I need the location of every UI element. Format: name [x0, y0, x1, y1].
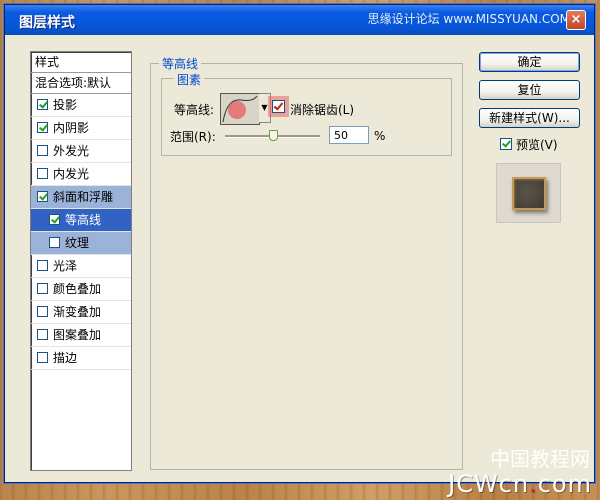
contour-label: 等高线: [174, 103, 215, 117]
checkbox-icon[interactable] [37, 191, 48, 202]
contour-group-title: 等高线 [159, 55, 202, 72]
style-item-drop-shadow[interactable]: 投影 [31, 94, 131, 117]
style-item-label: 投影 [53, 98, 78, 112]
style-item-label: 光泽 [53, 259, 78, 273]
style-item-label: 外发光 [53, 144, 90, 158]
watermark-bottom: JCWcn.com [448, 470, 592, 498]
dialog-title: 图层样式 [19, 15, 75, 31]
styles-header[interactable]: 样式 [31, 52, 131, 73]
preview-label: 预览(V) [516, 138, 558, 152]
checkbox-icon[interactable] [37, 260, 48, 271]
preview-checkbox[interactable] [500, 138, 512, 150]
range-label: 范围(R): [170, 130, 216, 144]
style-preview [496, 163, 561, 223]
style-item-inner-glow[interactable]: 内发光 [31, 163, 131, 186]
watermark-site: JCWcn [448, 470, 530, 498]
style-item-texture[interactable]: 纹理 [31, 232, 131, 255]
elements-group: 图素 等高线: ▼ 消除锯齿(L) 范围(R): % [161, 71, 452, 156]
chevron-down-icon[interactable]: ▼ [259, 93, 271, 123]
checkbox-icon[interactable] [49, 237, 60, 248]
style-item-label: 等高线 [65, 213, 102, 227]
style-item-label: 描边 [53, 351, 78, 365]
style-item-label: 颜色叠加 [53, 282, 102, 296]
title-bar[interactable]: 图层样式 思缘设计论坛 www.MISSYUAN.COM × [5, 5, 594, 35]
watermark-dot: . [529, 470, 538, 498]
style-item-label: 斜面和浮雕 [53, 190, 114, 204]
watermark-top: 思缘设计论坛 www.MISSYUAN.COM [367, 12, 570, 26]
checkbox-icon[interactable] [37, 145, 48, 156]
checkbox-icon[interactable] [49, 214, 60, 225]
style-item-gradient-overlay[interactable]: 渐变叠加 [31, 301, 131, 324]
elements-group-title: 图素 [174, 71, 205, 88]
style-item-inner-shadow[interactable]: 内阴影 [31, 117, 131, 140]
checkbox-icon[interactable] [37, 306, 48, 317]
style-item-label: 渐变叠加 [53, 305, 102, 319]
style-item-label: 内阴影 [53, 121, 90, 135]
styles-list: 样式 混合选项:默认 投影 内阴影 外发光 内发光 斜面和浮雕 等高线 纹理 光… [30, 51, 132, 471]
style-item-color-overlay[interactable]: 颜色叠加 [31, 278, 131, 301]
style-item-outer-glow[interactable]: 外发光 [31, 140, 131, 163]
range-input[interactable] [329, 126, 369, 144]
antialias-checkbox[interactable] [272, 100, 285, 113]
range-slider-thumb[interactable] [268, 130, 278, 141]
checkbox-icon[interactable] [37, 283, 48, 294]
reset-button[interactable]: 复位 [479, 80, 580, 100]
close-icon[interactable]: × [566, 10, 586, 30]
watermark-tld: com [537, 470, 592, 498]
checkbox-icon[interactable] [37, 329, 48, 340]
preview-swatch [512, 177, 546, 210]
style-item-label: 内发光 [53, 167, 90, 181]
contour-curve-icon [222, 95, 258, 123]
watermark-cn: 中国教程网 [490, 447, 590, 471]
antialias-label: 消除锯齿(L) [290, 103, 355, 117]
style-item-contour[interactable]: 等高线 [31, 209, 131, 232]
new-style-button[interactable]: 新建样式(W)... [479, 108, 580, 128]
style-item-bevel-emboss[interactable]: 斜面和浮雕 [31, 186, 131, 209]
style-item-stroke[interactable]: 描边 [31, 347, 131, 370]
style-item-label: 纹理 [65, 236, 90, 250]
style-item-label: 图案叠加 [53, 328, 102, 342]
ok-button[interactable]: 确定 [479, 52, 580, 72]
style-item-satin[interactable]: 光泽 [31, 255, 131, 278]
checkbox-icon[interactable] [37, 122, 48, 133]
range-slider[interactable] [225, 130, 320, 141]
contour-picker[interactable] [220, 93, 260, 125]
checkbox-icon[interactable] [37, 168, 48, 179]
style-item-pattern-overlay[interactable]: 图案叠加 [31, 324, 131, 347]
contour-group: 等高线 图素 等高线: ▼ 消除锯齿(L) 范围(R): % [150, 55, 463, 470]
checkbox-icon[interactable] [37, 99, 48, 110]
layer-style-dialog: 图层样式 思缘设计论坛 www.MISSYUAN.COM × 样式 混合选项:默… [4, 4, 595, 483]
checkbox-icon[interactable] [37, 352, 48, 363]
blend-options-item[interactable]: 混合选项:默认 [31, 73, 131, 94]
range-unit: % [374, 129, 386, 143]
